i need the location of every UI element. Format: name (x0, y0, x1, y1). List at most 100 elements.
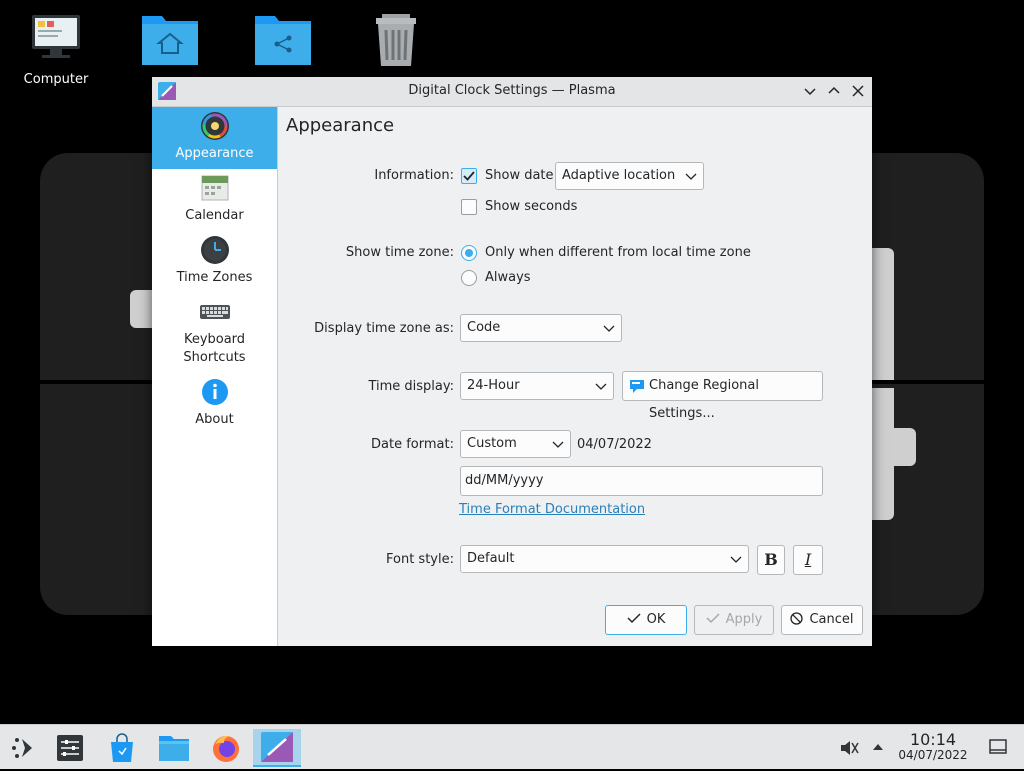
date-location-combo[interactable]: Adaptive location (555, 162, 704, 190)
font-style-label: Font style: (386, 552, 454, 567)
sidebar-item-label: Calendar (185, 208, 244, 223)
folder-icon (159, 736, 189, 761)
desktop-background-tab (872, 388, 894, 520)
display-time-zone-value: Code (467, 320, 501, 335)
digital-clock-settings-dialog: Digital Clock Settings — Plasma Appearan… (152, 77, 872, 646)
file-manager-button[interactable] (155, 729, 193, 767)
date-format-preview: 04/07/2022 (577, 437, 652, 452)
discover-button[interactable] (103, 729, 141, 767)
desktop-icon-trash[interactable] (366, 12, 426, 72)
cancel-icon (790, 612, 804, 625)
show-time-zone-label: Show time zone: (345, 245, 454, 260)
ok-button[interactable]: OK (605, 605, 687, 635)
display-time-zone-label: Display time zone as: (314, 321, 454, 336)
clock-time: 10:14 (909, 730, 957, 749)
time-format-documentation-link[interactable]: Time Format Documentation (459, 502, 645, 517)
apply-button[interactable]: Apply (694, 605, 774, 635)
display-time-zone-combo[interactable]: Code (460, 314, 622, 342)
desktop-icon-home[interactable] (140, 12, 200, 70)
timezone-radio-always[interactable] (461, 270, 477, 286)
bold-button[interactable]: B (757, 545, 785, 575)
window-title: Digital Clock Settings — Plasma (408, 83, 616, 98)
home-folder-icon (142, 16, 198, 65)
information-label: Information: (374, 168, 454, 183)
sidebar-item-keyboard-shortcuts[interactable]: Keyboard Shortcuts (152, 293, 277, 373)
ok-label: OK (646, 612, 666, 627)
clock-icon (200, 236, 229, 264)
digital-clock-settings-task[interactable] (253, 729, 301, 767)
calendar-icon (201, 175, 228, 201)
volume-muted-icon[interactable] (838, 737, 860, 759)
chevron-down-icon (730, 556, 742, 563)
change-regional-settings-button[interactable]: Change Regional Settings... (622, 371, 823, 421)
firefox-button[interactable] (207, 729, 245, 767)
date-format-combo[interactable]: Custom (460, 430, 571, 458)
change-regional-settings-label: Change Regional Settings... (649, 378, 759, 421)
maximize-button[interactable] (824, 81, 844, 101)
sidebar-item-label: About (195, 412, 234, 427)
cancel-button[interactable]: Cancel (781, 605, 863, 635)
system-tray-expand-icon[interactable] (870, 739, 886, 755)
computer-icon (32, 15, 80, 58)
show-seconds-label[interactable]: Show seconds (485, 199, 577, 214)
sidebar-item-about[interactable]: About (152, 373, 277, 435)
desktop-icon-network[interactable] (253, 12, 313, 70)
timezone-option-always[interactable]: Always (485, 270, 531, 285)
show-date-label[interactable]: Show date (485, 168, 554, 183)
network-folder-icon (255, 16, 311, 65)
time-display-label: Time display: (368, 379, 454, 394)
timezone-option-different[interactable]: Only when different from local time zone (485, 245, 751, 260)
show-date-checkbox[interactable] (461, 168, 477, 184)
custom-date-format-input[interactable]: dd/MM/yyyy (460, 466, 823, 496)
palette-icon (200, 112, 229, 140)
chevron-down-icon (552, 441, 564, 448)
page-title: Appearance (286, 115, 395, 136)
date-format-value: Custom (467, 436, 517, 451)
sidebar-item-appearance[interactable]: Appearance (152, 107, 277, 169)
chevron-down-icon (595, 383, 607, 390)
shopping-bag-icon (111, 733, 133, 762)
italic-button[interactable]: I (793, 545, 823, 575)
checkmark-icon (627, 613, 641, 624)
info-icon (201, 379, 228, 405)
sidebar-item-calendar[interactable]: Calendar (152, 169, 277, 231)
time-display-combo[interactable]: 24-Hour (460, 372, 614, 400)
clock-date: 04/07/2022 (898, 748, 968, 762)
application-launcher-button[interactable] (4, 729, 42, 767)
firefox-icon (213, 735, 239, 762)
desktop-icon-computer[interactable]: Computer (16, 12, 96, 87)
cancel-label: Cancel (809, 612, 854, 627)
date-location-value: Adaptive location (562, 168, 676, 183)
settings-content: Appearance Information: Show date Adapti… (278, 107, 872, 646)
desktop-icon-label: Computer (23, 72, 89, 87)
sidebar-item-label: Keyboard Shortcuts (183, 332, 246, 365)
taskbar: 10:14 04/07/2022 (0, 724, 1024, 769)
apply-label: Apply (725, 612, 763, 627)
bold-icon: B (764, 550, 778, 569)
chevron-down-icon (603, 325, 615, 332)
font-style-value: Default (467, 551, 515, 566)
italic-icon: I (804, 550, 812, 569)
title-bar[interactable]: Digital Clock Settings — Plasma (152, 77, 872, 107)
close-button[interactable] (848, 81, 868, 101)
settings-sidebar: Appearance Calendar Time Zones Keyboard … (152, 107, 278, 646)
checkmark-icon (706, 613, 720, 624)
taskbar-clock[interactable]: 10:14 04/07/2022 (896, 731, 970, 762)
desktop-background-tab (130, 290, 154, 328)
show-desktop-icon[interactable] (988, 737, 1008, 757)
launcher-icon (12, 738, 32, 758)
trash-icon (376, 14, 416, 66)
timezone-radio-different[interactable] (461, 245, 477, 261)
desktop-background-tab (872, 248, 894, 380)
minimize-button[interactable] (800, 81, 820, 101)
font-style-combo[interactable]: Default (460, 545, 749, 573)
desktop-background-tab (894, 428, 916, 466)
date-format-label: Date format: (371, 437, 454, 452)
sidebar-item-time-zones[interactable]: Time Zones (152, 231, 277, 293)
settings-sliders-icon (57, 735, 83, 761)
show-seconds-checkbox[interactable] (461, 199, 477, 215)
chevron-down-icon (685, 173, 697, 180)
keyboard-icon (199, 305, 230, 319)
time-display-value: 24-Hour (467, 378, 520, 393)
system-settings-button[interactable] (51, 729, 89, 767)
